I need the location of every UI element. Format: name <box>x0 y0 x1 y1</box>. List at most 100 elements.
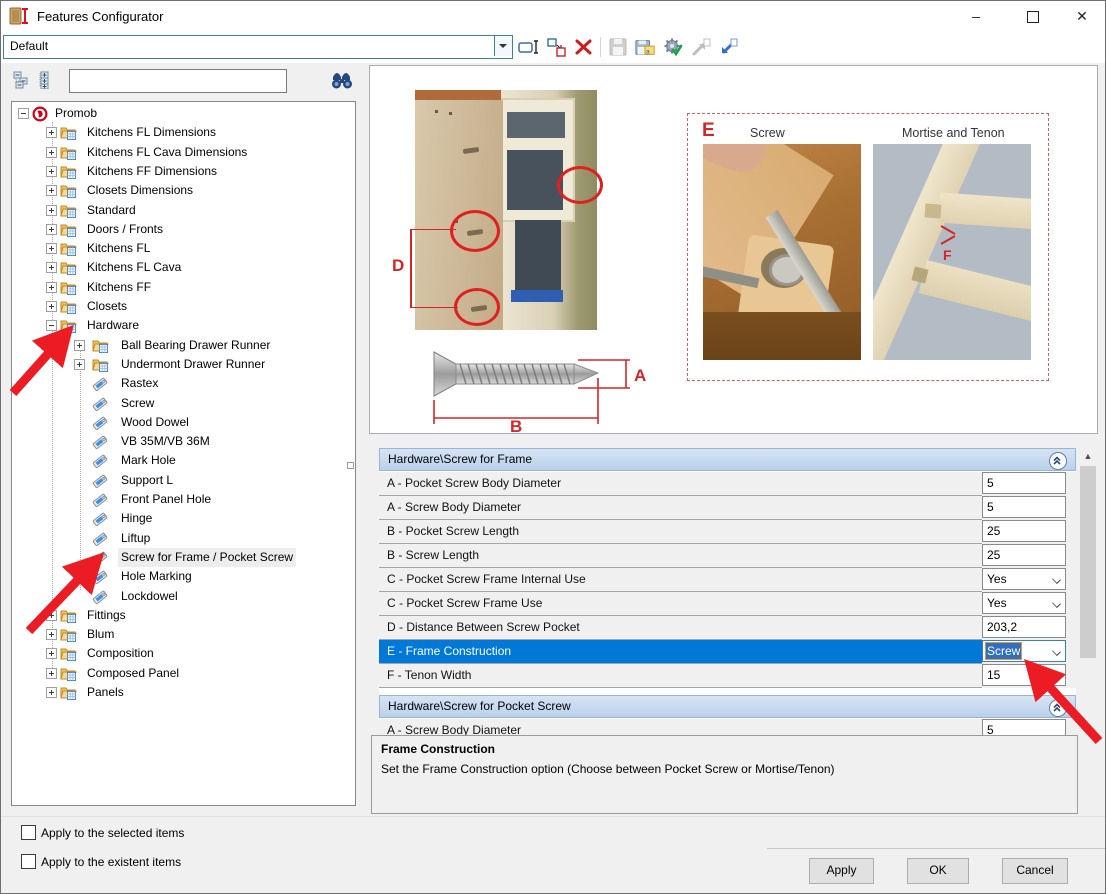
tree-item-blum[interactable]: Blum <box>12 625 355 644</box>
value-field[interactable]: 25 <box>982 520 1066 542</box>
tree-item-standard[interactable]: Standard <box>12 201 355 220</box>
tree-item-kitchens-fl-cava[interactable]: Kitchens FL Cava <box>12 258 355 277</box>
tree-item-kitchens-fl-dimensions[interactable]: Kitchens FL Dimensions <box>12 123 355 142</box>
delete-profile-icon[interactable] <box>573 37 595 57</box>
section-collapse-icon[interactable] <box>1049 699 1067 717</box>
tree-item-rastex[interactable]: Rastex <box>12 374 355 393</box>
tree-item-undermont-drawer-runner[interactable]: Undermont Drawer Runner <box>12 355 355 374</box>
tree-item-hinge[interactable]: Hinge <box>12 509 355 528</box>
value-field[interactable]: 25 <box>982 544 1066 566</box>
tree-item-mark-hole[interactable]: Mark Hole <box>12 451 355 470</box>
property-row-b-screw-length[interactable]: B - Screw Length 25 <box>379 544 1076 568</box>
tree-expander-expand-icon[interactable] <box>46 281 57 293</box>
property-row-b-pocket-screw-length[interactable]: B - Pocket Screw Length 25 <box>379 520 1076 544</box>
tree-item-screw-for-frame-pocket-screw[interactable]: Screw for Frame / Pocket Screw <box>12 547 355 567</box>
tree-expander-expand-icon[interactable] <box>46 667 57 679</box>
property-row-c-pocket-screw-frame-use[interactable]: C - Pocket Screw Frame Use Yes <box>379 592 1076 616</box>
value-combobox[interactable]: Yes <box>982 592 1066 614</box>
tree-item-hole-marking[interactable]: Hole Marking <box>12 567 355 586</box>
expand-all-icon[interactable] <box>37 71 54 89</box>
tree-item-kitchens-ff-dimensions[interactable]: Kitchens FF Dimensions <box>12 162 355 181</box>
value-combobox[interactable]: Screw <box>982 640 1066 662</box>
apply-button[interactable]: Apply <box>809 858 874 884</box>
value-field[interactable]: 203,2 <box>982 616 1066 638</box>
property-row-a-screw-body-diameter[interactable]: A - Screw Body Diameter 5 <box>379 496 1076 520</box>
tree-item-ball-bearing-drawer-runner[interactable]: Ball Bearing Drawer Runner <box>12 336 355 355</box>
collapse-all-icon[interactable] <box>13 71 30 89</box>
export-icon[interactable] <box>690 37 712 57</box>
property-row-a-pocket-screw-body-diameter[interactable]: A - Pocket Screw Body Diameter 5 <box>379 472 1076 496</box>
apply-configuration-icon[interactable] <box>662 37 684 57</box>
tree-item-kitchens-fl-cava-dimensions[interactable]: Kitchens FL Cava Dimensions <box>12 143 355 162</box>
property-row-e-frame-construction[interactable]: E - Frame Construction Screw <box>379 640 1076 664</box>
property-row-f-tenon-width[interactable]: F - Tenon Width 15 <box>379 664 1076 688</box>
tree-item-support-l[interactable]: Support L <box>12 471 355 490</box>
tree-item-vb-35m-vb-36m[interactable]: VB 35M/VB 36M <box>12 432 355 451</box>
rename-profile-icon[interactable] <box>518 37 540 57</box>
tree-expander-expand-icon[interactable] <box>46 629 57 641</box>
vertical-scrollbar[interactable]: ▲ ▼ <box>1080 448 1096 736</box>
tree-item-liftup[interactable]: Liftup <box>12 529 355 548</box>
tree-item-kitchens-fl[interactable]: Kitchens FL <box>12 239 355 258</box>
tree-item-front-panel-hole[interactable]: Front Panel Hole <box>12 490 355 509</box>
tree-expander-expand-icon[interactable] <box>46 204 57 216</box>
tree-expander-expand-icon[interactable] <box>46 146 57 158</box>
import-icon[interactable] <box>717 37 739 57</box>
tree-expander-expand-icon[interactable] <box>46 609 57 621</box>
tree-item-kitchens-ff[interactable]: Kitchens FF <box>12 278 355 297</box>
value-field[interactable]: 5 <box>982 719 1066 736</box>
tree-item-lockdowel[interactable]: Lockdowel <box>12 587 355 606</box>
save-configuration-icon[interactable]: a <box>634 37 656 57</box>
value-combobox[interactable]: Yes <box>982 568 1066 590</box>
property-row-d-distance-between-screw-pocket[interactable]: D - Distance Between Screw Pocket 203,2 <box>379 616 1076 640</box>
tree-expander-collapse-icon[interactable] <box>46 320 57 332</box>
tree-expander-expand-icon[interactable] <box>46 127 57 139</box>
binoculars-search-icon[interactable] <box>331 71 353 91</box>
scroll-up-icon[interactable]: ▲ <box>1080 448 1096 465</box>
minimize-button[interactable]: – <box>953 1 999 31</box>
tree-expander-expand-icon[interactable] <box>74 358 85 370</box>
value-field[interactable]: 5 <box>982 472 1066 494</box>
tree-item-doors-fronts[interactable]: Doors / Fronts <box>12 220 355 239</box>
tree-expander-collapse-icon[interactable] <box>18 108 29 119</box>
scroll-down-icon[interactable]: ▼ <box>1080 719 1096 736</box>
tree-expander-expand-icon[interactable] <box>74 339 85 351</box>
cancel-button[interactable]: Cancel <box>1002 858 1068 884</box>
tree-expander-expand-icon[interactable] <box>46 185 57 197</box>
tree-item-closets-dimensions[interactable]: Closets Dimensions <box>12 181 355 200</box>
tree-expander-expand-icon[interactable] <box>46 243 57 255</box>
tree-expander-expand-icon[interactable] <box>46 262 57 274</box>
section-collapse-icon[interactable] <box>1049 452 1067 470</box>
property-row-a-screw-body-diameter[interactable]: A - Screw Body Diameter 5 <box>379 719 1076 736</box>
ok-button[interactable]: OK <box>907 858 969 884</box>
tree-item-promob[interactable]: Promob <box>12 104 355 123</box>
maximize-button[interactable] <box>1010 1 1056 31</box>
apply-selected-checkbox[interactable] <box>21 825 36 840</box>
duplicate-profile-icon[interactable] <box>546 37 568 57</box>
value-field[interactable]: 5 <box>982 496 1066 518</box>
tree-item-wood-dowel[interactable]: Wood Dowel <box>12 413 355 432</box>
value-field[interactable]: 15 <box>982 664 1066 686</box>
tree-expander-expand-icon[interactable] <box>46 223 57 235</box>
search-input[interactable] <box>69 69 287 93</box>
splitter-grip[interactable] <box>347 462 354 469</box>
tree-item-hardware[interactable]: Hardware <box>12 316 355 335</box>
profile-combobox[interactable]: Default <box>3 35 513 59</box>
tree-expander-expand-icon[interactable] <box>46 648 57 660</box>
tree-expander-expand-icon[interactable] <box>46 165 57 177</box>
profile-combobox-dropdown-icon[interactable] <box>494 36 512 56</box>
apply-existent-checkbox[interactable] <box>21 854 36 869</box>
property-row-c-pocket-screw-frame-internal-use[interactable]: C - Pocket Screw Frame Internal Use Yes <box>379 568 1076 592</box>
tree-item-label: Lockdowel <box>121 588 178 603</box>
close-button[interactable]: ✕ <box>1059 1 1105 31</box>
tree-item-composition[interactable]: Composition <box>12 644 355 663</box>
tree-item-closets[interactable]: Closets <box>12 297 355 316</box>
tree-item-fittings[interactable]: Fittings <box>12 606 355 625</box>
tree-item-panels[interactable]: Panels <box>12 683 355 702</box>
tree-expander-expand-icon[interactable] <box>46 301 57 312</box>
tree-item-screw[interactable]: Screw <box>12 394 355 413</box>
save-icon[interactable] <box>607 37 629 57</box>
tree-item-composed-panel[interactable]: Composed Panel <box>12 664 355 683</box>
tree-expander-expand-icon[interactable] <box>46 687 57 698</box>
scrollbar-thumb[interactable] <box>1080 466 1096 658</box>
